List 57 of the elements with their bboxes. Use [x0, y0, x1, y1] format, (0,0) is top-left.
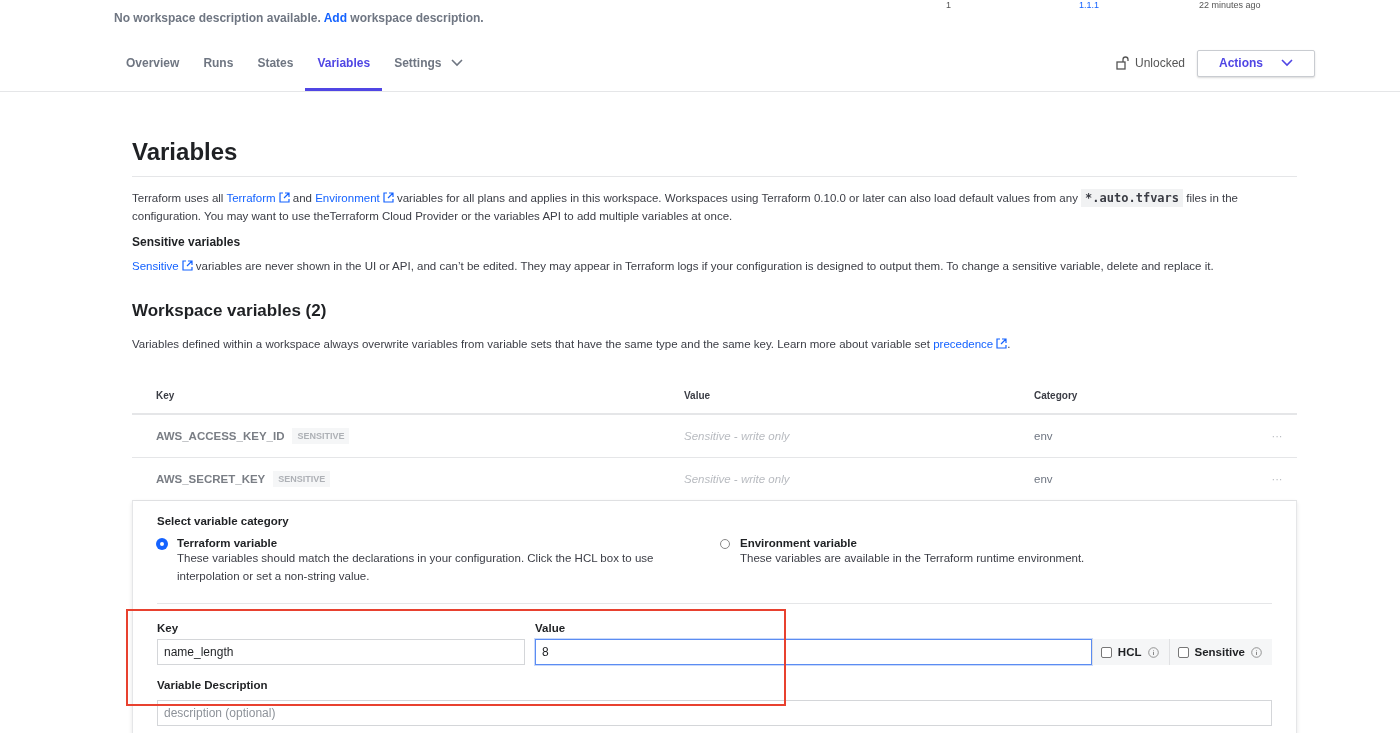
info-icon	[1147, 646, 1159, 658]
table-cell: 22 minutes ago	[1199, 0, 1261, 10]
field-label: Value	[535, 622, 567, 634]
table-cell-text: Sensitive - write only	[684, 473, 791, 485]
table-cell-text: Sensitive - write only	[684, 430, 791, 442]
key-field[interactable]: name_length	[157, 639, 525, 665]
field-label: Variable Description	[157, 679, 269, 691]
checkbox-option[interactable]: HCL	[1091, 639, 1169, 665]
info-icon	[1251, 646, 1262, 658]
precedence-link[interactable]: precedence	[933, 338, 1008, 350]
variable-key: AWS_SECRET_KEY	[156, 473, 266, 485]
external-link-icon	[382, 192, 394, 203]
add-link[interactable]: Add	[323, 11, 347, 25]
external-link-icon	[278, 192, 290, 203]
checkbox-option[interactable]: Sensitive	[1168, 639, 1272, 665]
workspace-note: Variables defined within a workspace always overwrite variables from variable sets that have the same type and the same key. Learn more about variable set precedence .	[132, 337, 1012, 352]
tab[interactable]: Overview	[114, 35, 192, 91]
actions-button[interactable]: Actions	[1197, 49, 1315, 77]
table-cell-text: env	[1034, 430, 1054, 442]
field-label: Key	[157, 622, 180, 634]
column-header: Category	[1034, 389, 1079, 401]
table-cell: 1	[946, 0, 951, 10]
column-header: Key	[156, 389, 176, 401]
sensitive-badge: SENSITIVE	[292, 428, 350, 444]
sensitive-badge: SENSITIVE	[273, 471, 331, 487]
environment-link[interactable]: Environment	[315, 192, 394, 204]
workspace-description: No workspace description available. Add workspace description.	[114, 11, 485, 25]
sensitive-link[interactable]: Sensitive	[132, 260, 193, 272]
tab[interactable]: States	[245, 35, 306, 91]
tab[interactable]: Variables	[305, 35, 383, 91]
section-heading: Workspace variables (2)	[132, 301, 328, 321]
external-link-icon	[996, 338, 1008, 349]
table-cell-text: env	[1034, 473, 1054, 485]
section-heading: Sensitive variables	[132, 235, 242, 249]
external-link-icon	[181, 260, 193, 271]
page-title: Variables	[132, 138, 1297, 177]
field-label: Select variable category	[157, 515, 290, 527]
chevron-down-icon	[1281, 59, 1293, 67]
help-text: These variables should match the declarations in your configuration. Click the HCL box to use interpolation or set a non-string value.	[177, 551, 655, 584]
description-field[interactable]: description (optional)	[157, 700, 1272, 726]
version-link[interactable]: 1.1.1	[1079, 0, 1100, 10]
unlocked-icon	[1115, 56, 1129, 70]
radio-button[interactable]	[157, 539, 167, 549]
tab[interactable]: Settings	[382, 35, 476, 91]
sensitive-note: Sensitive variables are never shown in the UI or API, and can’t be edited. They may appear in Terraform logs if your configuration is designed to output them. To change a sensitive variable, delete and replace it.	[132, 259, 1215, 274]
variable-key: AWS_ACCESS_KEY_ID	[156, 430, 285, 442]
checkbox[interactable]	[1100, 646, 1112, 658]
lock-status: Unlocked	[1134, 56, 1185, 70]
radio-label: Terraform variable	[177, 537, 279, 549]
checkbox[interactable]	[1177, 646, 1189, 658]
help-text: These variables are available in the Terraform runtime environment.	[740, 551, 1085, 566]
terraform-link[interactable]: Terraform	[226, 192, 290, 204]
value-field[interactable]: 8	[535, 639, 1092, 665]
tab[interactable]: Runs	[191, 35, 246, 91]
radio-label: Environment variable	[740, 537, 858, 549]
column-header: Value	[684, 389, 712, 401]
intro-paragraph: Terraform uses all Terraform and Environment variables for all plans and applies in this workspace. Workspaces using Terraform 0.10.0 or later can also load default values from any *.auto.tfvars files in the configuration. You may want to use theTerraform Cloud Provider or the variables API to add multiple variables at once.	[132, 189, 1239, 224]
